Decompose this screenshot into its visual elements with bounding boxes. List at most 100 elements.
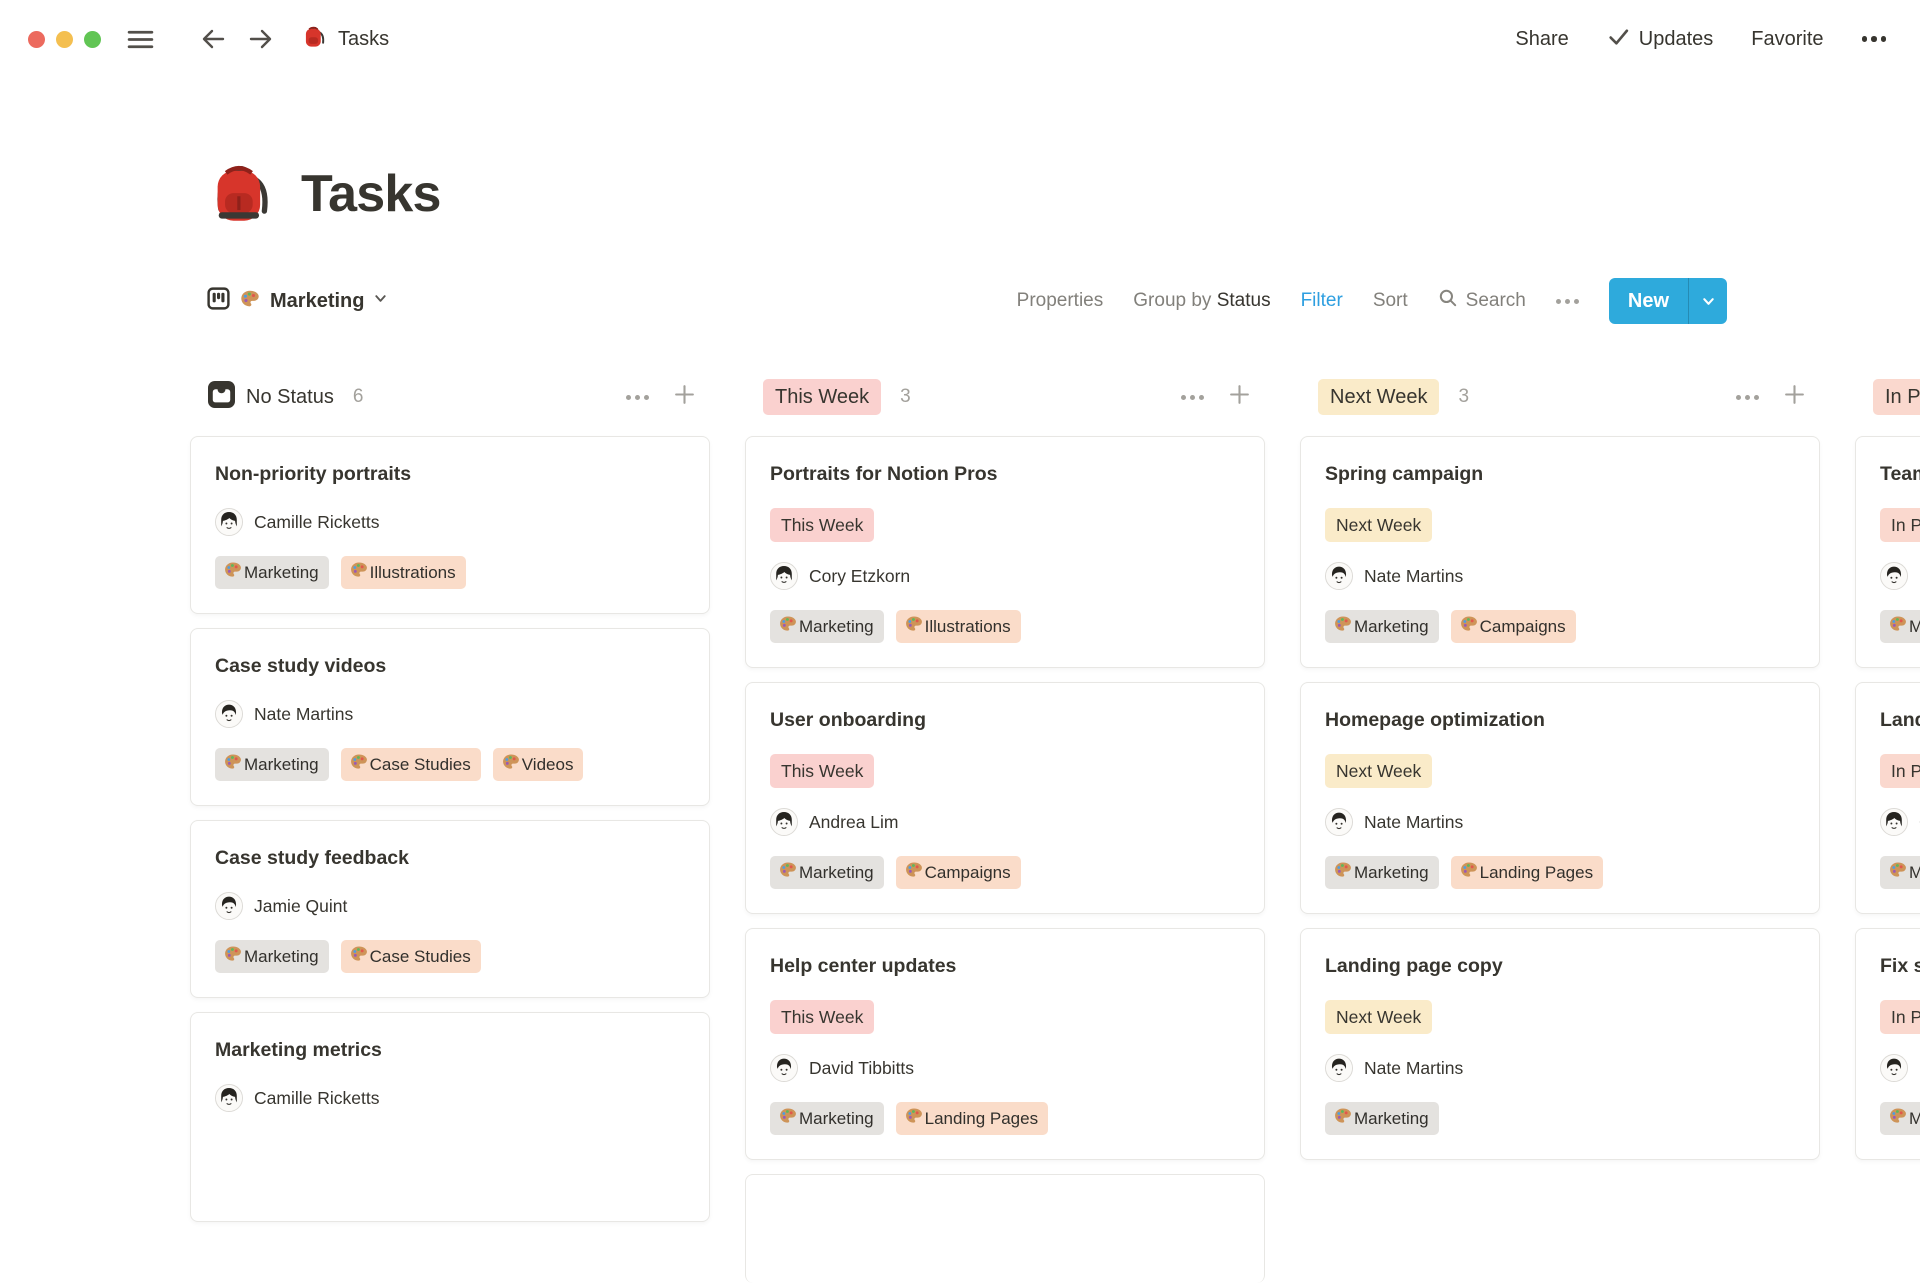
- new-dropdown-icon[interactable]: [1689, 278, 1727, 324]
- palette-icon: [1888, 614, 1908, 639]
- assignee: Nate Martins: [1325, 562, 1795, 590]
- column-header[interactable]: This Week 3: [745, 374, 1265, 420]
- assignee-name: David Tibbitts: [809, 1058, 915, 1078]
- status-badge: This Week: [770, 1000, 875, 1034]
- column-cards: Team In P Da M Land In P C M: [1855, 436, 1920, 1160]
- assignee-name: Andrea Lim: [809, 812, 899, 832]
- status-badge: In P: [1880, 508, 1920, 542]
- share-button[interactable]: Share: [1515, 28, 1568, 51]
- task-card[interactable]: Case study videos Nate Martins Marketing…: [190, 628, 710, 806]
- tags-row: Marketing Case Studies Videos: [215, 748, 685, 781]
- task-card[interactable]: Non-priority portraits Camille Ricketts …: [190, 436, 710, 614]
- column-more-icon[interactable]: [626, 394, 649, 400]
- palette-icon: [904, 860, 924, 885]
- filter-button[interactable]: Filter: [1301, 290, 1343, 312]
- palette-icon: [223, 944, 243, 969]
- favorite-button[interactable]: Favorite: [1751, 28, 1823, 51]
- backpack-icon[interactable]: [207, 158, 275, 231]
- tags-row: Marketing Campaigns: [1325, 610, 1795, 643]
- task-card[interactable]: Team In P Da M: [1855, 436, 1920, 668]
- search-button[interactable]: Search: [1438, 288, 1526, 314]
- sidebar-menu-icon[interactable]: [125, 24, 156, 55]
- tag: Illustrations: [895, 610, 1021, 643]
- column-add-icon[interactable]: [673, 383, 696, 411]
- tag: Case Studies: [340, 748, 481, 781]
- minimize-window-button[interactable]: [56, 30, 73, 48]
- task-card[interactable]: Case study feedback Jamie Quint Marketin…: [190, 820, 710, 998]
- tag: Marketing: [770, 610, 884, 643]
- column-cards: Portraits for Notion Pros This Week Cory…: [745, 436, 1265, 1283]
- tags-row: Marketing Illustrations: [770, 610, 1240, 643]
- properties-button[interactable]: Properties: [1017, 290, 1104, 312]
- assignee-name: Camille Ricketts: [254, 512, 380, 532]
- close-window-button[interactable]: [28, 30, 45, 48]
- column-name-badge: Next Week: [1318, 379, 1440, 415]
- zoom-window-button[interactable]: [84, 30, 101, 48]
- palette-icon: [778, 614, 798, 639]
- column-count: 3: [900, 386, 911, 407]
- task-card[interactable]: User onboarding This Week Andrea Lim Mar…: [745, 682, 1265, 914]
- task-card[interactable]: Land In P C M La: [1855, 682, 1920, 914]
- column-name-badge: This Week: [763, 379, 882, 415]
- avatar: [215, 700, 243, 728]
- window-topbar: Tasks Share Updates Favorite: [0, 0, 1920, 78]
- card-title: Portraits for Notion Pros: [770, 463, 998, 485]
- view-selector[interactable]: Marketing: [207, 287, 388, 315]
- task-card[interactable]: Landing page copy Next Week Nate Martins…: [1300, 928, 1820, 1160]
- assignee: Nate Martins: [1325, 1054, 1795, 1082]
- task-card[interactable]: Help center updates This Week David Tibb…: [745, 928, 1265, 1160]
- column-header[interactable]: In Pr: [1855, 374, 1920, 420]
- assignee-name: Camille Ricketts: [254, 1088, 380, 1108]
- updates-button[interactable]: Updates: [1607, 25, 1713, 54]
- tags-row: Marketing Illustrations: [215, 556, 685, 589]
- toolbar-more-icon[interactable]: [1555, 298, 1579, 304]
- group-by-button[interactable]: Group by Status: [1133, 290, 1270, 312]
- task-card[interactable]: Marketing metrics Camille Ricketts: [190, 1012, 710, 1222]
- tags-row: M: [1880, 1102, 1920, 1135]
- tag: M: [1880, 856, 1920, 889]
- no-status-inbox-icon: [208, 381, 235, 413]
- palette-icon: [1888, 1106, 1908, 1131]
- page-header: Tasks: [207, 148, 1920, 240]
- column-in-progress: In Pr Team In P Da M Land In P: [1855, 374, 1920, 1160]
- status-badge: This Week: [770, 754, 875, 788]
- column-header[interactable]: Next Week 3: [1300, 374, 1820, 420]
- column-cards: Non-priority portraits Camille Ricketts …: [190, 436, 710, 1222]
- assignee: Nate Martins: [215, 700, 685, 728]
- task-card[interactable]: Portraits for Notion Pros This Week Cory…: [745, 436, 1265, 668]
- more-options-icon[interactable]: [1861, 36, 1886, 42]
- column-name-badge: In Pr: [1873, 379, 1920, 415]
- card-partial[interactable]: [745, 1174, 1265, 1283]
- new-button[interactable]: New: [1608, 278, 1727, 324]
- palette-icon: [349, 560, 369, 585]
- page-title[interactable]: Tasks: [301, 168, 441, 220]
- palette-icon: [1459, 614, 1479, 639]
- breadcrumb[interactable]: Tasks: [302, 24, 389, 55]
- new-button-label[interactable]: New: [1609, 278, 1688, 324]
- back-arrow-icon[interactable]: [198, 24, 228, 54]
- tags-row: Marketing Landing Pages: [770, 1102, 1240, 1135]
- column-add-icon[interactable]: [1783, 383, 1806, 411]
- column-add-icon[interactable]: [1228, 383, 1251, 411]
- assignee-name: Nate Martins: [254, 704, 354, 724]
- card-title: Homepage optimization: [1325, 709, 1545, 731]
- tag: Landing Pages: [895, 1102, 1049, 1135]
- forward-arrow-icon[interactable]: [246, 24, 276, 54]
- task-card[interactable]: Spring campaign Next Week Nate Martins M…: [1300, 436, 1820, 668]
- tag: Marketing: [215, 940, 329, 973]
- column-more-icon[interactable]: [1181, 394, 1204, 400]
- tag: Marketing: [1325, 856, 1439, 889]
- task-card[interactable]: Homepage optimization Next Week Nate Mar…: [1300, 682, 1820, 914]
- sort-button[interactable]: Sort: [1373, 290, 1408, 312]
- palette-icon: [778, 1106, 798, 1131]
- task-card[interactable]: Fix s In P D M: [1855, 928, 1920, 1160]
- assignee-name: Jamie Quint: [254, 896, 348, 916]
- assignee: Da: [1880, 562, 1920, 590]
- column-more-icon[interactable]: [1736, 394, 1759, 400]
- assignee: D: [1880, 1054, 1920, 1082]
- column-header[interactable]: No Status 6: [190, 374, 710, 420]
- palette-icon: [349, 944, 369, 969]
- card-title: Landing page copy: [1325, 955, 1503, 977]
- tag: Campaigns: [1450, 610, 1576, 643]
- card-title: Spring campaign: [1325, 463, 1484, 485]
